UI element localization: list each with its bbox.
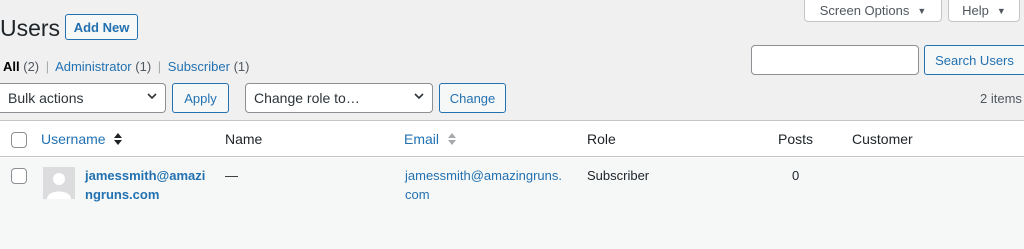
items-count: 2 items xyxy=(980,91,1022,106)
add-new-button[interactable]: Add New xyxy=(65,14,138,40)
column-role: Role xyxy=(587,131,616,147)
filter-subscriber[interactable]: Subscriber (1) xyxy=(168,59,250,74)
screen-options-label: Screen Options xyxy=(819,3,910,18)
filter-administrator[interactable]: Administrator (1) xyxy=(55,59,151,74)
change-role-select[interactable]: Change role to… xyxy=(245,83,433,113)
bulk-actions-select[interactable]: Bulk actions xyxy=(0,83,166,113)
role-cell: Subscriber xyxy=(587,168,650,183)
change-button[interactable]: Change xyxy=(439,83,506,113)
search-input[interactable] xyxy=(751,45,919,75)
posts-cell: 0 xyxy=(792,168,800,183)
screen-options-button[interactable]: Screen Options ▼ xyxy=(804,0,942,22)
triangle-down-icon: ▼ xyxy=(996,5,1006,16)
column-posts: Posts xyxy=(778,131,814,147)
change-role-value: Change role to… xyxy=(254,90,360,106)
chevron-down-icon xyxy=(414,93,424,100)
name-cell: — xyxy=(225,168,238,183)
column-customer: Customer xyxy=(852,131,913,147)
sort-arrows-icon xyxy=(447,133,456,145)
column-email[interactable]: Email xyxy=(404,131,457,147)
help-button[interactable]: Help ▼ xyxy=(948,0,1020,22)
select-all-checkbox[interactable] xyxy=(11,132,27,148)
row-checkbox[interactable] xyxy=(11,168,27,184)
username-link[interactable]: jamessmith@amazi ngruns.com xyxy=(85,166,205,204)
triangle-down-icon: ▼ xyxy=(917,5,927,16)
bulk-actions-value: Bulk actions xyxy=(8,90,84,106)
table-row: jamessmith@amazi ngruns.com — jamessmith… xyxy=(0,158,1024,249)
apply-button[interactable]: Apply xyxy=(172,83,229,113)
sort-arrows-icon xyxy=(114,133,123,145)
column-name: Name xyxy=(225,131,263,147)
filter-separator: | xyxy=(157,59,162,74)
email-link[interactable]: jamessmith@amazingruns. com xyxy=(405,166,562,204)
default-avatar-icon xyxy=(43,167,75,199)
filter-separator: | xyxy=(45,59,50,74)
role-filters: All (2) | Administrator (1) | Subscriber… xyxy=(3,58,249,76)
page-title: Users xyxy=(0,15,61,41)
users-table: Username Name Email Role Posts Customer … xyxy=(0,120,1024,249)
help-label: Help xyxy=(962,3,989,18)
filter-all[interactable]: All (2) xyxy=(3,59,39,74)
column-username[interactable]: Username xyxy=(41,131,123,147)
chevron-down-icon xyxy=(147,93,157,100)
table-header: Username Name Email Role Posts Customer xyxy=(0,121,1024,157)
search-users-button[interactable]: Search Users xyxy=(924,45,1024,75)
